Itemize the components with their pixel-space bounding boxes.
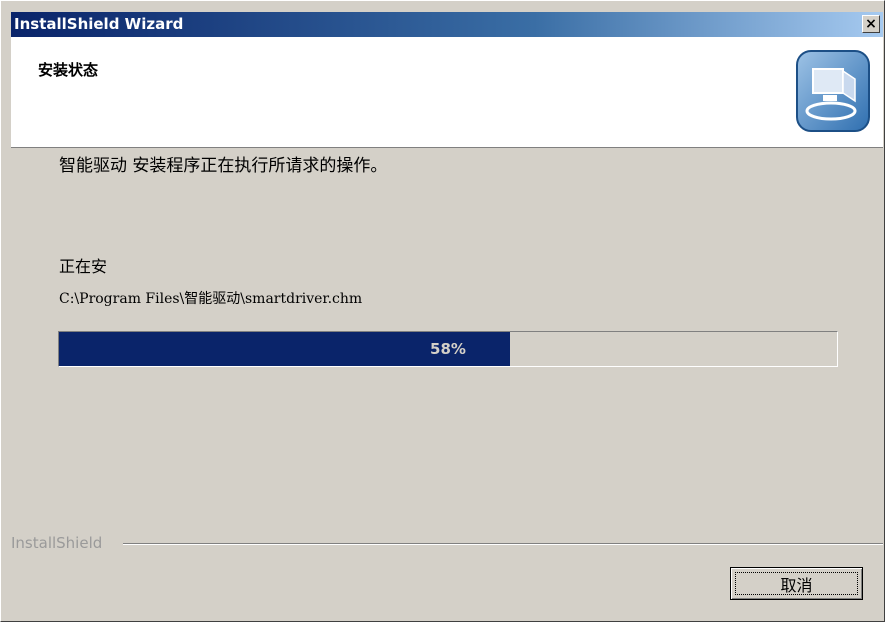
window-title: InstallShield Wizard: [14, 15, 184, 33]
installing-label: 正在安: [59, 257, 108, 276]
header-panel: 安装状态: [11, 37, 883, 148]
title-bar[interactable]: InstallShield Wizard ×: [11, 12, 883, 37]
cancel-button[interactable]: 取消: [730, 567, 863, 600]
progress-bar: 58%: [58, 331, 838, 367]
current-file-path: C:\Program Files\智能驱动\smartdriver.chm: [59, 291, 363, 307]
status-message: 智能驱动 安装程序正在执行所请求的操作。: [59, 156, 388, 176]
brand-separator: InstallShield: [11, 534, 883, 554]
progress-percent-label: 58%: [430, 340, 466, 358]
installshield-wizard-window: InstallShield Wizard × 安装状态 智能驱动 安装程序正在执…: [0, 0, 885, 622]
page-title: 安装状态: [38, 61, 99, 79]
focus-ring: [735, 572, 858, 595]
installer-computer-icon: [796, 50, 870, 132]
close-icon: ×: [865, 16, 877, 32]
installshield-brand-label: InstallShield: [11, 534, 109, 552]
separator-line: [123, 543, 883, 545]
close-button[interactable]: ×: [862, 15, 880, 33]
